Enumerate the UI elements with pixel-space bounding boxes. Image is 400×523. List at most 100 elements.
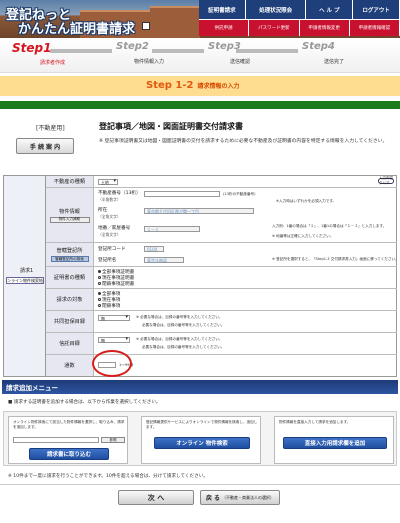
- card-text: オンライン物件検索にて該当した物件情報を選択し、取り込み、請求を追加します。: [13, 420, 125, 429]
- logo-mark-icon: [142, 22, 150, 30]
- lot-hint: （全角文字）: [98, 232, 121, 237]
- nav-status[interactable]: 処理状況照会: [245, 0, 307, 19]
- page-title: 登記事項／地図・図面証明書交付請求書: [99, 122, 243, 131]
- card-text: 登記情報提供サービスによりオンラインで物件情報を検索し、追加します。: [146, 420, 258, 429]
- nav-applicant-change[interactable]: 申請者情報変更: [299, 19, 350, 36]
- highlight-circle: [92, 350, 132, 377]
- office-note: ※ 登記所を選択すると、「Step1-3 交付請求書入力」画面に移ってください。: [272, 257, 399, 261]
- office-search-button[interactable]: 管轄登記所の検索: [50, 256, 89, 262]
- import-button[interactable]: 請求書に取り込む: [29, 448, 109, 460]
- office-code-input[interactable]: 0100: [144, 246, 164, 252]
- lot-input[interactable]: １－１: [144, 226, 200, 232]
- row-property: 物件情報 物件入力補助 不動産番号（13桁） （半角数字） (13桁の不動産番号…: [46, 188, 397, 243]
- radio-icon: [98, 276, 101, 279]
- logo-line2: かんたん証明書請求: [18, 22, 136, 37]
- step-1: Step1 請求者作成: [12, 41, 65, 66]
- property-helper-button[interactable]: 物件入力補助: [49, 216, 90, 223]
- step-number: Step3: [208, 41, 241, 52]
- add-menu-note: ■ 請求する証明書を追加する場合は、以下から作業を選択してください。: [8, 400, 161, 405]
- guide-button[interactable]: 手 続 案 内: [16, 138, 74, 154]
- number-label: 不動産番号（13桁）: [98, 191, 141, 196]
- step-number: Step2: [116, 41, 149, 52]
- row-label-text: 管轄登記所: [56, 248, 83, 254]
- nav-cert-request[interactable]: 証明書請求: [199, 0, 246, 19]
- row-joint: 共同担保目録 無 ※ 必要な場合は、目録の番号等を入力してください。 必要な場合…: [46, 311, 397, 333]
- add-card-import: オンライン物件検索にて該当した物件情報を選択し、取り込み、請求を追加します。 参…: [8, 416, 128, 464]
- add-menu-box: オンライン物件検索にて該当した物件情報を選択し、取り込み、請求を追加します。 参…: [3, 411, 397, 466]
- number-note: (13桁の不動産番号): [223, 192, 256, 196]
- row-label: 物件情報 物件入力補助: [46, 188, 94, 242]
- form-note: ※ 登記事項証明書又は地図・図面証明書の交付を請求するために必要な不動産及び証明…: [99, 139, 388, 144]
- step-2: Step2 物件情報入力: [116, 41, 164, 65]
- row-label: 通数: [46, 355, 94, 376]
- row-label: 信託目録: [46, 333, 94, 354]
- location-hint: （全角文字）: [98, 214, 121, 219]
- row-trust: 信託目録 無 ※ 必要な場合は、目録の番号等を入力してください。 必要な場合は、…: [46, 333, 397, 355]
- location-input[interactable]: 東京都千代田区霞が関一丁目: [144, 208, 254, 214]
- step-desc: 送信確認: [230, 59, 251, 65]
- next-button[interactable]: 次 へ: [118, 490, 194, 505]
- radio-icon: [98, 270, 101, 273]
- building-image: [150, 6, 200, 38]
- bottom-note: ※ 10件まで一度に請求を行うことができます。10件を超える場合は、分けて請求し…: [8, 474, 208, 479]
- trust-select[interactable]: 無: [98, 337, 130, 343]
- add-menu-header: 請求追加メニュー: [2, 380, 398, 394]
- row-cert-type: 証明書の種類 全部事項証明書 現在事項証明書 閉鎖事項証明書: [46, 267, 397, 289]
- nav-help[interactable]: ヘ ル プ: [306, 0, 354, 19]
- online-search-result-button[interactable]: オンライン物件検索結果: [6, 277, 44, 284]
- nav-password[interactable]: パスワード更新: [249, 19, 300, 36]
- request-number-label: 請求1: [20, 268, 34, 274]
- back-label: 戻 る: [205, 495, 221, 502]
- direct-input-button[interactable]: 直接入力用請求欄を追加: [283, 437, 387, 449]
- banner-text: 請求情報の入力: [197, 83, 240, 90]
- nav-applicant-confirm[interactable]: 申請者情報確認: [349, 19, 400, 36]
- row-label: 共同担保目録: [46, 311, 94, 332]
- step-desc: 物件情報入力: [134, 59, 165, 65]
- form-type-label: [不動産用]: [36, 125, 65, 132]
- cert-radio-2[interactable]: 閉鎖事項証明書: [98, 281, 134, 287]
- kind-select[interactable]: 土地: [98, 179, 118, 185]
- step-3: Step3 送信確認: [208, 41, 250, 65]
- divider-bar: [0, 101, 400, 109]
- radio-label: 閉鎖事項: [102, 304, 121, 309]
- radio-icon: [98, 292, 101, 295]
- joint-select[interactable]: 無: [98, 315, 130, 321]
- clear-button[interactable]: 入力内容クリア: [378, 176, 394, 185]
- property-number-input[interactable]: [144, 191, 220, 197]
- divider: [0, 484, 400, 485]
- office-name-label: 登記所名: [98, 258, 117, 263]
- radio-icon: [98, 304, 101, 307]
- radio-icon: [98, 298, 101, 301]
- card-text: 物件情報を直接入力して請求を追加します。: [279, 420, 351, 424]
- office-name-input[interactable]: 東京法務局: [144, 257, 184, 263]
- row-target: 請求の対象 全部事項 現在事項 閉鎖事項: [46, 289, 397, 311]
- row-label-text: 物件情報: [59, 208, 80, 215]
- back-sub-label: （不動産・商業法人の選択）: [222, 494, 275, 500]
- add-card-direct: 物件情報を直接入力して請求を追加します。 直接入力用請求欄を追加: [274, 416, 394, 464]
- file-path-input[interactable]: [13, 437, 99, 443]
- lot-label: 地番／家屋番号: [98, 226, 131, 231]
- app-logo[interactable]: 登記ねっと かんたん証明書請求: [4, 4, 152, 37]
- target-radio-2[interactable]: 閉鎖事項: [98, 303, 120, 309]
- row-label: 管轄登記所 管轄登記所の検索: [46, 243, 94, 266]
- step-desc: 請求者作成: [40, 60, 66, 66]
- number-right-note: ※入力時はいずれかを必須入力です。: [276, 199, 337, 203]
- row-label: 不動産の種類: [46, 176, 94, 187]
- step-number: Step1: [12, 41, 52, 55]
- row-label: 証明書の種類: [46, 267, 94, 288]
- radio-label: 閉鎖事項証明書: [102, 282, 135, 287]
- browse-button[interactable]: 参照: [101, 437, 125, 443]
- top-nav: 証明書請求 処理状況照会 ヘ ル プ ログアウト: [199, 0, 400, 19]
- row-kind: 不動産の種類 土地 入力内容クリア: [46, 176, 397, 188]
- nav-deposit[interactable]: 供託申請: [199, 19, 250, 36]
- step-number: Step4: [302, 41, 335, 52]
- lot-note2: ※ 地番等は正確に入力してください。: [272, 234, 334, 238]
- online-search-button[interactable]: オンライン 物件検索: [154, 437, 250, 449]
- step-indicator: Step1 請求者作成 Step2 物件情報入力 Step3 送信確認 Step…: [0, 39, 400, 73]
- joint-note2: 必要な場合は、目録の番号等を入力してください。: [142, 323, 225, 327]
- step-banner: Step 1-2 請求情報の入力: [0, 76, 400, 96]
- radio-icon: [98, 282, 101, 285]
- joint-note: ※ 必要な場合は、目録の番号等を入力してください。: [136, 315, 223, 319]
- back-button[interactable]: 戻 る （不動産・商業法人の選択）: [200, 490, 280, 505]
- nav-logout[interactable]: ログアウト: [353, 0, 400, 19]
